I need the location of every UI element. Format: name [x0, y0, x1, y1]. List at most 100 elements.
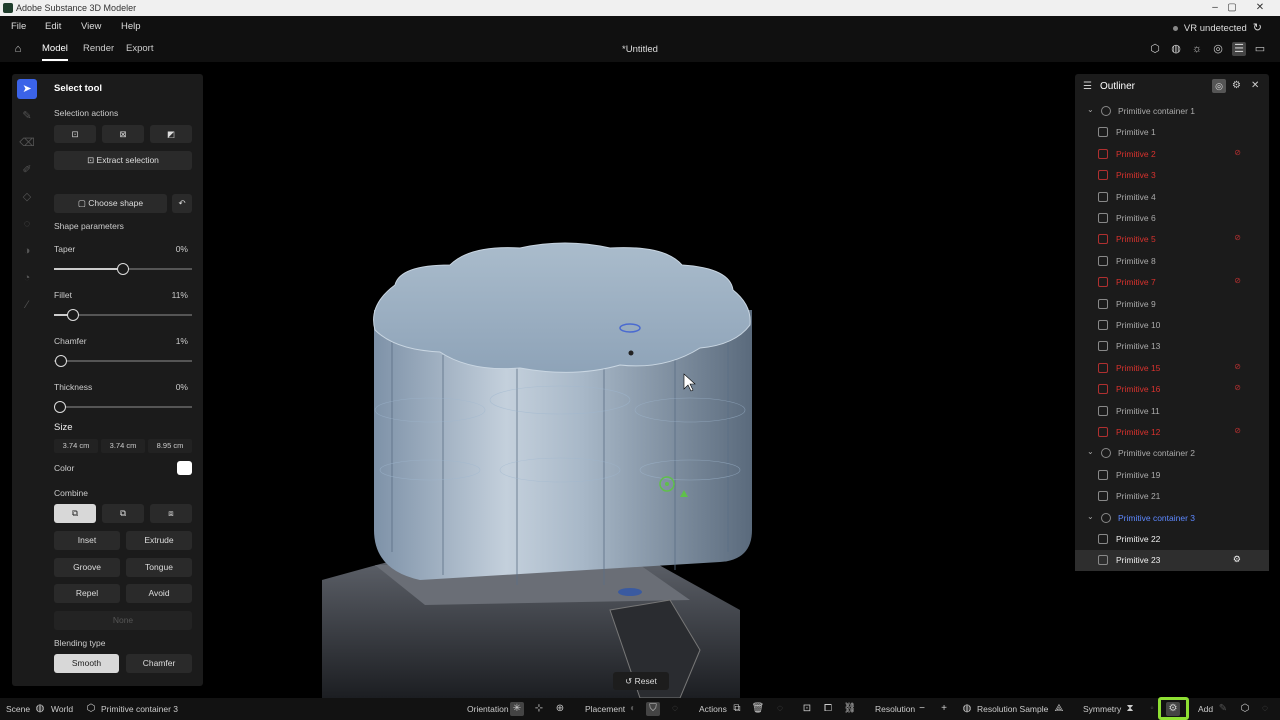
mirror-action-icon[interactable]: ◌	[773, 702, 787, 716]
hidden-flag-icon[interactable]: ⊘	[1234, 276, 1241, 285]
chamfer-slider-track[interactable]	[54, 360, 192, 362]
chamfer-slider-handle[interactable]	[55, 355, 67, 367]
fillet-slider-handle[interactable]	[67, 309, 79, 321]
erase-tool-icon[interactable]: ⌫	[17, 133, 37, 153]
choose-shape-button[interactable]: ▢ Choose shape	[54, 194, 167, 213]
active-container-label[interactable]: Primitive container 3	[101, 704, 178, 714]
hidden-flag-icon[interactable]: ⊘	[1234, 383, 1241, 392]
resolution-mode-icon[interactable]: ⟁	[1052, 702, 1066, 716]
frame-icon[interactable]: ⊡	[800, 702, 814, 716]
outliner-primitive-row[interactable]: Primitive 7 ⊘	[1075, 272, 1269, 293]
deselect-button[interactable]: ⊠	[102, 125, 144, 143]
outliner-primitive-row[interactable]: Primitive 1	[1075, 122, 1269, 143]
thickness-slider-track[interactable]	[54, 406, 192, 408]
outliner-primitive-row[interactable]: Primitive 11	[1075, 401, 1269, 422]
hidden-flag-icon[interactable]: ⊘	[1234, 233, 1241, 242]
blending-smooth-button[interactable]: Smooth	[54, 654, 119, 673]
brush-tool-icon[interactable]: ✎	[17, 106, 37, 126]
tongue-button[interactable]: Tongue	[126, 558, 192, 577]
groove-button[interactable]: Groove	[54, 558, 120, 577]
pen-tool-icon[interactable]: ✐	[17, 160, 37, 180]
outliner-primitive-row[interactable]: Primitive 4	[1075, 187, 1269, 208]
resolution-sample-label[interactable]: Resolution Sample	[977, 704, 1048, 714]
world-label[interactable]: World	[51, 704, 73, 714]
paint-tool-icon[interactable]: ◔	[17, 268, 37, 288]
minimize-button[interactable]: –	[1208, 2, 1222, 13]
symmetry-toggle-icon[interactable]: ⧗	[1123, 702, 1137, 716]
resolution-increase-icon[interactable]: +	[937, 702, 951, 716]
outliner-primitive-row[interactable]: Primitive 12 ⊘	[1075, 422, 1269, 443]
smooth-tool-icon[interactable]: ◑	[17, 241, 37, 261]
add-brush-icon[interactable]: ✎	[1216, 702, 1230, 716]
outliner-container-row[interactable]: ⌄ Primitive container 2	[1075, 443, 1269, 464]
hidden-flag-icon[interactable]: ⊘	[1234, 362, 1241, 371]
row-settings-icon[interactable]: ⚙	[1233, 554, 1241, 565]
menu-edit[interactable]: Edit	[45, 21, 61, 32]
symmetry-axis-icon[interactable]: ◦	[1145, 702, 1159, 716]
orientation-axis-icon[interactable]: ⊹	[532, 702, 546, 716]
outliner-container-row[interactable]: ⌄ Primitive container 3	[1075, 508, 1269, 529]
delete-icon[interactable]: 🗑	[751, 702, 765, 716]
outliner-primitive-row[interactable]: Primitive 16 ⊘	[1075, 379, 1269, 400]
chevron-down-icon[interactable]: ⌄	[1087, 105, 1094, 114]
outliner-primitive-row[interactable]: Primitive 8	[1075, 251, 1269, 272]
refresh-icon[interactable]: ↻	[1253, 22, 1262, 34]
outliner-primitive-row[interactable]: Primitive 21	[1075, 486, 1269, 507]
outliner-container-row[interactable]: ⌄ Primitive container 1	[1075, 101, 1269, 122]
outliner-primitive-row[interactable]: Primitive 15 ⊘	[1075, 358, 1269, 379]
orientation-globe-icon[interactable]: ⊕	[553, 702, 567, 716]
environment-icon[interactable]: ☼	[1190, 42, 1204, 56]
select-tool-icon[interactable]: ➤	[17, 79, 37, 99]
cube-view-icon[interactable]: ⬡	[1148, 42, 1162, 56]
pipette-tool-icon[interactable]: ⁄	[17, 295, 37, 315]
add-more-icon[interactable]: ◌	[1258, 702, 1272, 716]
blending-chamfer-button[interactable]: Chamfer	[126, 654, 192, 673]
outliner-close-icon[interactable]: ✕	[1251, 80, 1259, 91]
taper-slider-handle[interactable]	[117, 263, 129, 275]
reset-shape-button[interactable]: ↶	[172, 194, 192, 213]
none-button[interactable]: None	[54, 611, 192, 630]
placement-free-icon[interactable]: ◌	[668, 702, 682, 716]
reset-view-button[interactable]: ↺ Reset	[613, 672, 669, 690]
copy-icon[interactable]: ⧠	[821, 702, 835, 716]
thickness-slider-handle[interactable]	[54, 401, 66, 413]
camera-orbit-icon[interactable]: ◎	[1211, 42, 1225, 56]
resolution-decrease-icon[interactable]: −	[915, 702, 929, 716]
menu-help[interactable]: Help	[121, 21, 141, 32]
outliner-primitive-row[interactable]: Primitive 5 ⊘	[1075, 229, 1269, 250]
close-window-button[interactable]: ✕	[1253, 2, 1267, 13]
orientation-local-icon[interactable]: ✳	[510, 702, 524, 716]
outliner-toggle-icon[interactable]: ☰	[1232, 42, 1246, 56]
outliner-primitive-row[interactable]: Primitive 9	[1075, 294, 1269, 315]
outliner-primitive-row[interactable]: Primitive 22	[1075, 529, 1269, 550]
outliner-primitive-row[interactable]: Primitive 10	[1075, 315, 1269, 336]
size-x-field[interactable]: 3.74 cm	[54, 439, 98, 453]
size-y-field[interactable]: 3.74 cm	[101, 439, 145, 453]
combine-subtract-button[interactable]: ⧉	[102, 504, 144, 523]
invert-selection-button[interactable]: ◩	[150, 125, 192, 143]
outliner-settings-icon[interactable]: ⚙	[1232, 80, 1241, 91]
hidden-flag-icon[interactable]: ⊘	[1234, 148, 1241, 157]
chevron-down-icon[interactable]: ⌄	[1087, 512, 1094, 521]
placement-snap-icon[interactable]: ⛉	[646, 702, 660, 716]
material-icon[interactable]: ◍	[1169, 42, 1183, 56]
shape-tool-icon[interactable]: ◇	[17, 187, 37, 207]
duplicate-icon[interactable]: ⧉	[730, 702, 744, 716]
lasso-tool-icon[interactable]: ◌	[17, 214, 37, 234]
menu-file[interactable]: File	[11, 21, 26, 32]
outliner-primitive-row[interactable]: Primitive 3	[1075, 165, 1269, 186]
extract-selection-button[interactable]: ⊡ Extract selection	[54, 151, 192, 170]
outliner-primitive-row[interactable]: Primitive 13	[1075, 336, 1269, 357]
size-z-field[interactable]: 8.95 cm	[148, 439, 192, 453]
color-swatch[interactable]	[177, 461, 192, 475]
chevron-down-icon[interactable]: ⌄	[1087, 447, 1094, 456]
hidden-flag-icon[interactable]: ⊘	[1234, 426, 1241, 435]
repel-button[interactable]: Repel	[54, 584, 120, 603]
record-icon[interactable]: ▭	[1253, 42, 1267, 56]
select-all-button[interactable]: ⊡	[54, 125, 96, 143]
outliner-primitive-row[interactable]: Primitive 2 ⊘	[1075, 144, 1269, 165]
avoid-button[interactable]: Avoid	[126, 584, 192, 603]
outliner-primitive-row[interactable]: Primitive 6	[1075, 208, 1269, 229]
add-container-icon[interactable]: ⬡	[1238, 702, 1252, 716]
combine-intersect-button[interactable]: ⧈	[150, 504, 192, 523]
